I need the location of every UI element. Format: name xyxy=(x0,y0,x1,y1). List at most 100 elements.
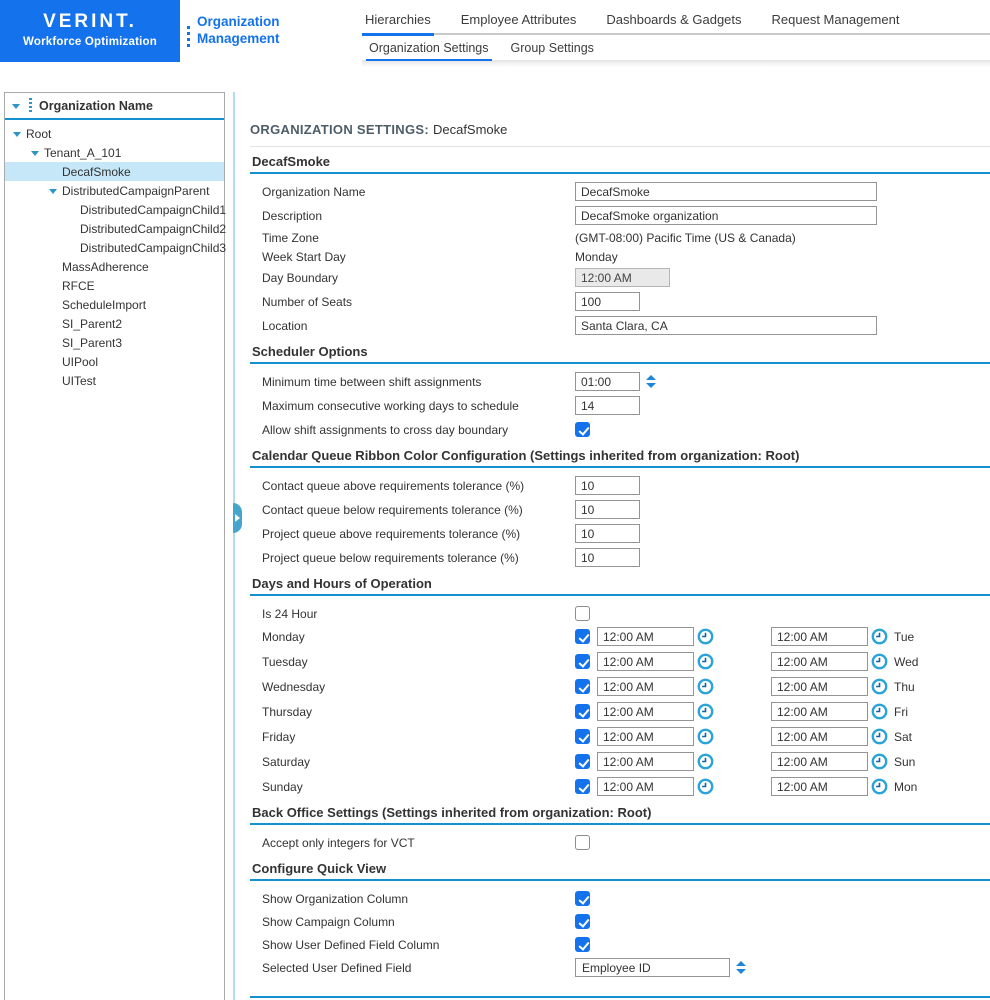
wednesday-checkbox[interactable] xyxy=(575,679,590,694)
tree-item-decafsmoke[interactable]: DecafSmoke xyxy=(5,162,224,181)
tree-item-massadherence[interactable]: MassAdherence xyxy=(5,257,224,276)
is-24-hour-checkbox[interactable] xyxy=(575,606,590,621)
project-queue-below-tolerance-input[interactable] xyxy=(575,548,640,567)
clock-icon[interactable] xyxy=(871,678,888,695)
tree-item-rfce[interactable]: RFCE xyxy=(5,276,224,295)
monday-end-time-input[interactable] xyxy=(771,627,868,646)
tree-item-scheduleimport[interactable]: ScheduleImport xyxy=(5,295,224,314)
clock-icon[interactable] xyxy=(871,753,888,770)
clock-icon[interactable] xyxy=(697,678,714,695)
saturday-end-time-input[interactable] xyxy=(771,752,868,771)
row-thursday: ThursdayFri xyxy=(262,702,990,721)
thursday-start-time-input[interactable] xyxy=(597,702,694,721)
monday-start-time-input[interactable] xyxy=(597,627,694,646)
wednesday-end-day-label: Thu xyxy=(894,680,915,694)
tree-item-uipool[interactable]: UIPool xyxy=(5,352,224,371)
clock-icon[interactable] xyxy=(697,753,714,770)
saturday-checkbox[interactable] xyxy=(575,754,590,769)
contact-queue-above-tolerance-input[interactable] xyxy=(575,476,640,495)
spinner-down-icon[interactable] xyxy=(646,383,656,388)
panel-splitter[interactable] xyxy=(233,92,235,1000)
tree-item-si-parent2[interactable]: SI_Parent2 xyxy=(5,314,224,333)
friday-checkbox[interactable] xyxy=(575,729,590,744)
tuesday-end-day-label: Wed xyxy=(894,655,918,669)
tuesday-end-time-input[interactable] xyxy=(771,652,868,671)
tree-item-distributedcampaignchild3[interactable]: DistributedCampaignChild3 xyxy=(5,238,224,257)
expand-collapse-icon[interactable] xyxy=(13,132,21,137)
expand-collapse-icon[interactable] xyxy=(49,189,57,194)
tree-item-si-parent3[interactable]: SI_Parent3 xyxy=(5,333,224,352)
tree-item-distributedcampaignchild2[interactable]: DistributedCampaignChild2 xyxy=(5,219,224,238)
thursday-checkbox[interactable] xyxy=(575,704,590,719)
section-rows: Organization NameDescriptionTime Zone(GM… xyxy=(250,174,990,335)
friday-end-time-input[interactable] xyxy=(771,727,868,746)
subtab-organization-settings[interactable]: Organization Settings xyxy=(366,41,492,61)
tab-dashboards-gadgets[interactable]: Dashboards & Gadgets xyxy=(603,12,744,36)
allow-shift-cross-day-boundary-checkbox[interactable] xyxy=(575,422,590,437)
clock-icon[interactable] xyxy=(871,778,888,795)
number-of-seats-input[interactable] xyxy=(575,292,640,311)
sunday-start-time-input[interactable] xyxy=(597,777,694,796)
module-title: Organization Management xyxy=(197,13,329,47)
section-rows: Contact queue above requirements toleran… xyxy=(250,468,990,567)
wednesday-start-time-input[interactable] xyxy=(597,677,694,696)
clock-icon[interactable] xyxy=(697,778,714,795)
tree-item-distributedcampaignchild1[interactable]: DistributedCampaignChild1 xyxy=(5,200,224,219)
clock-icon[interactable] xyxy=(697,728,714,745)
sunday-end-time-input[interactable] xyxy=(771,777,868,796)
wednesday-end-time-input[interactable] xyxy=(771,677,868,696)
project-queue-above-tolerance-input[interactable] xyxy=(575,524,640,543)
tree-header[interactable]: Organization Name xyxy=(5,93,224,120)
row-show-user-defined-field-column: Show User Defined Field Column xyxy=(262,935,990,954)
contact-queue-below-tolerance-input[interactable] xyxy=(575,500,640,519)
organization-tree: RootTenant_A_101DecafSmokeDistributedCam… xyxy=(5,120,224,390)
tab-hierarchies[interactable]: Hierarchies xyxy=(362,12,434,36)
friday-start-time-input[interactable] xyxy=(597,727,694,746)
minimum-time-between-shift-assignments-input[interactable] xyxy=(575,372,640,391)
tuesday-checkbox[interactable] xyxy=(575,654,590,669)
expand-collapse-icon[interactable] xyxy=(31,151,39,156)
clock-icon[interactable] xyxy=(697,703,714,720)
clock-icon[interactable] xyxy=(697,653,714,670)
sunday-checkbox[interactable] xyxy=(575,779,590,794)
tree-item-uitest[interactable]: UITest xyxy=(5,371,224,390)
show-campaign-column-checkbox[interactable] xyxy=(575,914,590,929)
week-start-day-label: Week Start Day xyxy=(262,250,575,264)
maximum-consecutive-working-days-input[interactable] xyxy=(575,396,640,415)
maximum-consecutive-working-days-label: Maximum consecutive working days to sche… xyxy=(262,399,575,413)
tab-request-management[interactable]: Request Management xyxy=(769,12,903,36)
clock-icon[interactable] xyxy=(871,653,888,670)
spinner-down-icon[interactable] xyxy=(736,969,746,974)
spinner-up-icon[interactable] xyxy=(646,375,656,380)
tree-item-root[interactable]: Root xyxy=(5,124,224,143)
clock-icon[interactable] xyxy=(871,728,888,745)
organization-name-input[interactable] xyxy=(575,182,877,201)
row-show-organization-column: Show Organization Column xyxy=(262,889,990,908)
saturday-start-time-input[interactable] xyxy=(597,752,694,771)
row-project-queue-above-tolerance: Project queue above requirements toleran… xyxy=(262,524,990,543)
location-input[interactable] xyxy=(575,316,877,335)
page-title: ORGANIZATION SETTINGS:DecafSmoke xyxy=(250,122,990,137)
monday-checkbox[interactable] xyxy=(575,629,590,644)
clock-icon[interactable] xyxy=(871,703,888,720)
clock-icon[interactable] xyxy=(871,628,888,645)
thursday-label: Thursday xyxy=(262,705,575,719)
thursday-end-time-input[interactable] xyxy=(771,702,868,721)
spinner-up-icon[interactable] xyxy=(736,961,746,966)
selected-user-defined-field-select[interactable]: Employee ID xyxy=(575,958,730,977)
tree-item-distributedcampaignparent[interactable]: DistributedCampaignParent xyxy=(5,181,224,200)
tuesday-start-time-input[interactable] xyxy=(597,652,694,671)
tab-employee-attributes[interactable]: Employee Attributes xyxy=(458,12,580,36)
show-organization-column-checkbox[interactable] xyxy=(575,891,590,906)
sidebar-collapse-handle[interactable] xyxy=(233,503,242,533)
accept-only-integers-for-vct-checkbox[interactable] xyxy=(575,835,590,850)
row-accept-only-integers-for-vct: Accept only integers for VCT xyxy=(262,833,990,852)
show-user-defined-field-column-checkbox[interactable] xyxy=(575,937,590,952)
clock-icon[interactable] xyxy=(697,628,714,645)
subtab-group-settings[interactable]: Group Settings xyxy=(508,41,597,61)
description-input[interactable] xyxy=(575,206,877,225)
tree-item-tenant-a-101[interactable]: Tenant_A_101 xyxy=(5,143,224,162)
tree-item-label: DistributedCampaignChild1 xyxy=(80,203,226,217)
tree-header-dropdown-icon[interactable] xyxy=(12,104,20,109)
monday-label: Monday xyxy=(262,630,575,644)
